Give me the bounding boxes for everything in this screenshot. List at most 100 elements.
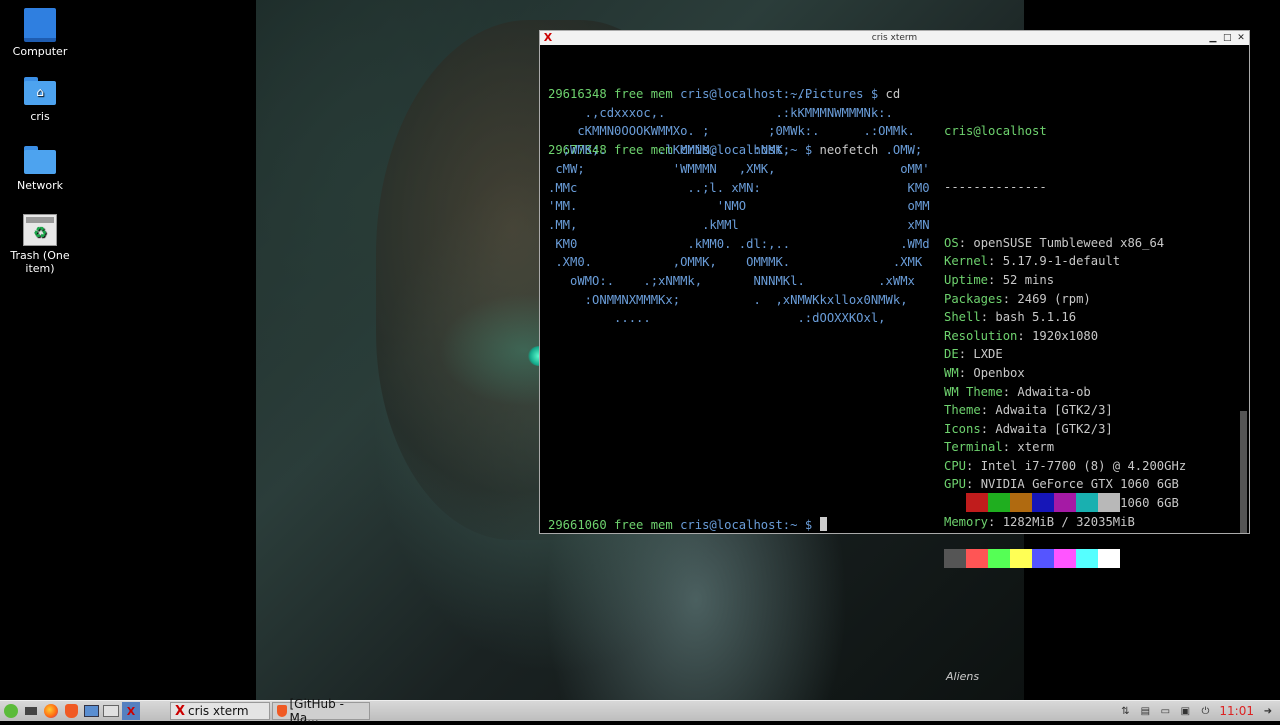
window-title: cris xterm: [871, 33, 918, 43]
palette-swatch: [1032, 493, 1054, 513]
files-tray-icon[interactable]: ▭: [1157, 703, 1173, 719]
neofetch-field: OS: openSUSE Tumbleweed x86_64: [944, 235, 1165, 250]
palette-row-bright: [944, 549, 1120, 569]
desktop-icon-label: Network: [17, 179, 63, 192]
neofetch-field: Packages: 2469 (rpm): [944, 291, 1091, 306]
terminal-scrollbar[interactable]: [1240, 411, 1247, 533]
neofetch-field-key: Shell: [944, 310, 981, 325]
desktop-icon-network[interactable]: Network: [8, 146, 72, 192]
neofetch-field-key: Theme: [944, 403, 981, 418]
palette-swatch: [988, 549, 1010, 569]
firefox-launcher[interactable]: [42, 702, 60, 720]
neofetch-field-key: Packages: [944, 291, 1003, 306]
palette-swatch: [944, 493, 966, 513]
palette-swatch: [1032, 549, 1054, 569]
opensuse-menu-icon: [4, 704, 18, 718]
file-manager-launcher[interactable]: [82, 702, 100, 720]
neofetch-user-host: cris@localhost: [944, 124, 1047, 139]
xterm-window[interactable]: X cris xterm ▁ □ ✕ 29616348 free mem cri…: [539, 30, 1250, 569]
close-button[interactable]: ✕: [1237, 31, 1245, 45]
palette-swatch: [1098, 549, 1120, 569]
clock[interactable]: 11:01: [1219, 704, 1254, 718]
palette-swatch: [988, 493, 1010, 513]
brave-icon: [64, 704, 78, 718]
terminal-cursor: [819, 517, 827, 531]
palette-row-dark: [944, 493, 1120, 513]
neofetch-field: WM Theme: Adwaita-ob: [944, 384, 1091, 399]
neofetch-field-value: Adwaita [GTK2/3]: [995, 403, 1113, 418]
task-label: cris xterm: [188, 704, 249, 718]
taskbar: X X cris xterm [GitHub - Ma... ⇅ ▤ ▭ ▣ ⏻…: [0, 697, 1280, 725]
neofetch-field-key: WM Theme: [944, 384, 1003, 399]
wallpaper-logo: Aliens: [946, 670, 980, 683]
neofetch-field-key: Icons: [944, 421, 981, 436]
neofetch-field-key: Terminal: [944, 440, 1003, 455]
clipboard-tray-icon[interactable]: ▤: [1137, 703, 1153, 719]
home-folder-icon: ⌂: [24, 77, 56, 107]
desktop-icon-label: cris: [30, 110, 50, 123]
neofetch-field-value: 52 mins: [1002, 272, 1055, 287]
palette-swatch: [944, 549, 966, 569]
neofetch-field-value: Adwaita [GTK2/3]: [995, 421, 1113, 436]
desktop-icon-label: Computer: [12, 45, 68, 58]
neofetch-field-key: Resolution: [944, 328, 1018, 343]
xterm-icon: X: [175, 703, 186, 719]
desktop-icon-home[interactable]: ⌂ cris: [8, 77, 72, 123]
task-xterm[interactable]: X cris xterm: [170, 702, 270, 720]
opensuse-ascii-logo: ...... .,cdxxxoc,. .:kKMMMNWMMMNk:. cKMM…: [548, 87, 930, 326]
neofetch-field-value: bash 5.1.16: [995, 310, 1077, 325]
show-desktop-button[interactable]: [22, 702, 40, 720]
palette-swatch: [1010, 493, 1032, 513]
neofetch-field-value: 5.17.9-1-default: [1002, 254, 1121, 269]
palette-swatch: [1054, 493, 1076, 513]
maximize-button[interactable]: □: [1223, 31, 1232, 45]
menu-button[interactable]: [2, 702, 20, 720]
desktop-icon-trash[interactable]: ♻ Trash (One item): [8, 214, 72, 275]
network-tray-icon[interactable]: ⇅: [1117, 703, 1133, 719]
computer-icon: [83, 705, 99, 717]
neofetch-field-key: DE: [944, 347, 959, 362]
desktop-icon-computer[interactable]: Computer: [8, 8, 72, 58]
neofetch-field: Theme: Adwaita [GTK2/3]: [944, 403, 1113, 418]
palette-swatch: [966, 549, 988, 569]
terminal-prompt-line[interactable]: 29661060 free mem cris@localhost:~ $: [548, 516, 827, 535]
window-titlebar[interactable]: X cris xterm ▁ □ ✕: [540, 31, 1249, 45]
neofetch-separator: --------------: [944, 179, 1047, 194]
trash-icon: ♻: [23, 214, 57, 246]
computer-icon: [24, 8, 56, 42]
neofetch-field-value: Adwaita-ob: [1017, 384, 1091, 399]
firefox-icon: [44, 704, 58, 718]
system-tray: ⇅ ▤ ▭ ▣ ⏻ 11:01 ➜: [1117, 703, 1280, 719]
palette-swatch: [1076, 493, 1098, 513]
neofetch-field: Uptime: 52 mins: [944, 272, 1055, 287]
neofetch-field: Kernel: 5.17.9-1-default: [944, 254, 1121, 269]
neofetch-field-value: 1920x1080: [1032, 328, 1099, 343]
task-brave[interactable]: [GitHub - Ma...: [272, 697, 370, 725]
windows-launcher[interactable]: [102, 702, 120, 720]
show-desktop-icon: [25, 707, 37, 715]
neofetch-field-value: Openbox: [973, 365, 1025, 380]
neofetch-field: WM: Openbox: [944, 365, 1025, 380]
terminal-launcher[interactable]: X: [122, 702, 140, 720]
display-tray-icon[interactable]: ▣: [1177, 703, 1193, 719]
neofetch-field-value: openSUSE Tumbleweed x86_64: [973, 235, 1165, 250]
neofetch-field-key: Uptime: [944, 272, 989, 287]
blank-launcher[interactable]: [142, 702, 168, 720]
neofetch-field-value: xterm: [1017, 440, 1055, 455]
neofetch-field-key: OS: [944, 235, 959, 250]
xterm-app-icon: X: [543, 31, 553, 44]
palette-swatch: [966, 493, 988, 513]
neofetch-field: Resolution: 1920x1080: [944, 328, 1099, 343]
brave-launcher[interactable]: [62, 702, 80, 720]
logout-tray-icon[interactable]: ➜: [1260, 703, 1276, 719]
neofetch-field-value: 2469 (rpm): [1017, 291, 1091, 306]
terminal-area[interactable]: 29616348 free mem cris@localhost:~/Pictu…: [548, 48, 1238, 569]
brave-icon: [277, 705, 287, 717]
desktop-icon-label: Trash (One item): [10, 249, 70, 275]
power-tray-icon[interactable]: ⏻: [1197, 703, 1213, 719]
neofetch-field: DE: LXDE: [944, 347, 1003, 362]
minimize-button[interactable]: ▁: [1209, 31, 1217, 45]
color-palette: [944, 456, 1120, 606]
xterm-icon: X: [126, 704, 136, 718]
palette-swatch: [1098, 493, 1120, 513]
